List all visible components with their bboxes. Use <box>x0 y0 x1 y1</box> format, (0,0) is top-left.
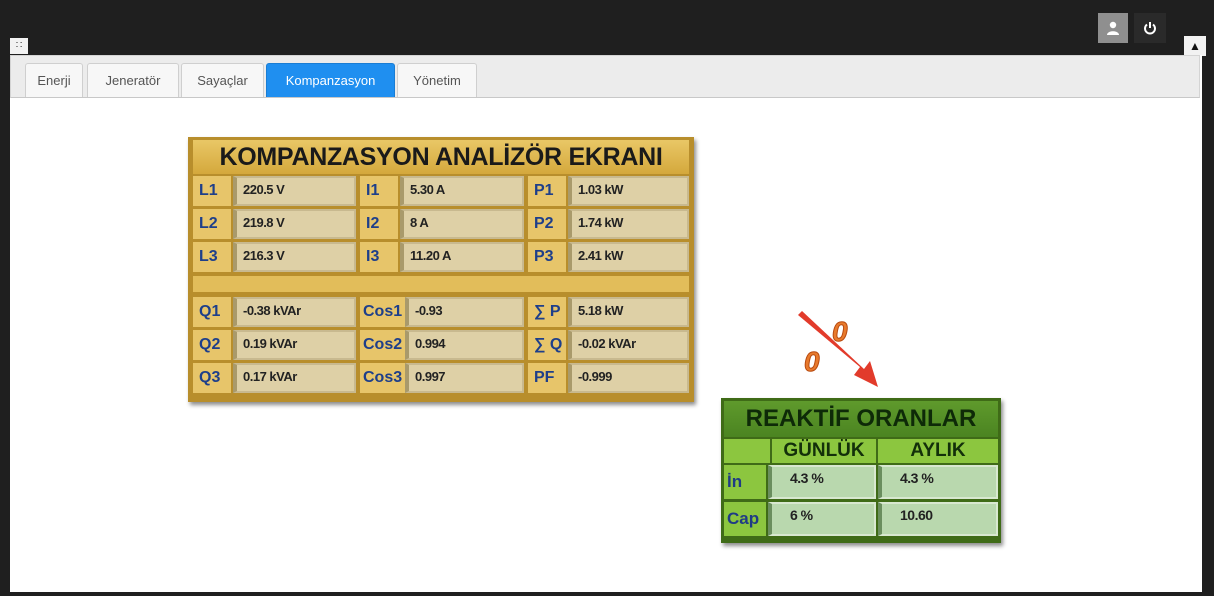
value-i2: 8 A <box>400 209 524 239</box>
reaktif-in-monthly: 4.3 % <box>878 465 998 499</box>
reaktif-in-daily: 4.3 % <box>768 465 876 499</box>
reaktif-label-cap: Cap <box>724 502 766 536</box>
reaktif-header-daily: GÜNLÜK <box>772 439 876 463</box>
value-cos2: 0.994 <box>405 330 524 360</box>
value-q3: 0.17 kVAr <box>233 363 356 393</box>
label-cos2: Cos2 <box>360 330 405 360</box>
grid-menu-icon[interactable]: ∷ <box>10 38 28 54</box>
pin-icon[interactable]: ▲ <box>1184 36 1206 56</box>
value-q2: 0.19 kVAr <box>233 330 356 360</box>
label-sum-q: ∑ Q <box>528 330 566 360</box>
label-cos1: Cos1 <box>360 297 405 327</box>
value-p1: 1.03 kW <box>568 176 689 206</box>
label-l1: L1 <box>193 176 231 206</box>
value-cos1: -0.93 <box>405 297 524 327</box>
tab-yonetim[interactable]: Yönetim <box>397 63 477 97</box>
label-i1: I1 <box>360 176 398 206</box>
svg-text:0: 0 <box>832 316 848 347</box>
value-i3: 11.20 A <box>400 242 524 272</box>
label-p1: P1 <box>528 176 566 206</box>
svg-text:0: 0 <box>804 346 820 377</box>
value-sum-q: -0.02 kVAr <box>568 330 689 360</box>
value-p2: 1.74 kW <box>568 209 689 239</box>
power-icon[interactable] <box>1134 13 1166 43</box>
reaktif-header-monthly: AYLIK <box>878 439 998 463</box>
analyzer-panel: KOMPANZASYON ANALİZÖR EKRANI L1 220.5 V … <box>188 137 694 402</box>
tab-enerji[interactable]: Enerji <box>25 63 83 97</box>
label-p2: P2 <box>528 209 566 239</box>
value-l3: 216.3 V <box>233 242 356 272</box>
reaktif-title: REAKTİF ORANLAR <box>724 401 998 437</box>
tab-kompanzasyon[interactable]: Kompanzasyon <box>266 63 395 97</box>
label-i3: I3 <box>360 242 398 272</box>
value-q1: -0.38 kVAr <box>233 297 356 327</box>
tab-sayaclar[interactable]: Sayaçlar <box>181 63 264 97</box>
label-l2: L2 <box>193 209 231 239</box>
tab-bar: Enerji Jeneratör Sayaçlar Kompanzasyon Y… <box>10 55 1200 98</box>
separator-row <box>193 276 689 292</box>
value-i1: 5.30 A <box>400 176 524 206</box>
label-p3: P3 <box>528 242 566 272</box>
main-content: Enerji Jeneratör Sayaçlar Kompanzasyon Y… <box>10 55 1202 592</box>
value-sum-p: 5.18 kW <box>568 297 689 327</box>
label-q1: Q1 <box>193 297 231 327</box>
label-l3: L3 <box>193 242 231 272</box>
user-icon[interactable] <box>1098 13 1128 43</box>
reaktif-panel: REAKTİF ORANLAR GÜNLÜK AYLIK İn 4.3 % 4.… <box>721 398 1001 543</box>
value-cos3: 0.997 <box>405 363 524 393</box>
label-q3: Q3 <box>193 363 231 393</box>
label-i2: I2 <box>360 209 398 239</box>
analyzer-title: KOMPANZASYON ANALİZÖR EKRANI <box>193 140 689 174</box>
reaktif-label-in: İn <box>724 465 766 499</box>
tab-jenerator[interactable]: Jeneratör <box>87 63 179 97</box>
label-pf: PF <box>528 363 566 393</box>
label-sum-p: ∑ P <box>528 297 566 327</box>
value-l1: 220.5 V <box>233 176 356 206</box>
reaktif-header-blank <box>724 439 770 463</box>
reaktif-cap-monthly: 10.60 <box>878 502 998 536</box>
top-bar: ∷ ▲ <box>0 0 1214 56</box>
value-pf: -0.999 <box>568 363 689 393</box>
label-q2: Q2 <box>193 330 231 360</box>
label-cos3: Cos3 <box>360 363 405 393</box>
reaktif-cap-daily: 6 % <box>768 502 876 536</box>
value-l2: 219.8 V <box>233 209 356 239</box>
percent-down-arrow-icon: 0 0 <box>798 311 878 387</box>
value-p3: 2.41 kW <box>568 242 689 272</box>
